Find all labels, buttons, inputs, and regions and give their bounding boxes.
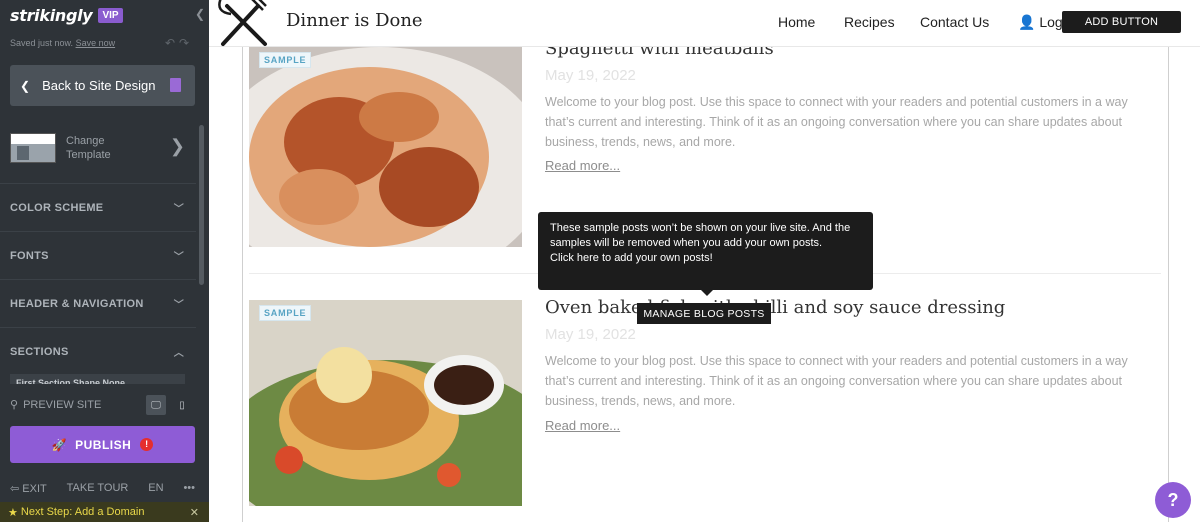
site-preview: Dinner is Done Home Recipes Contact Us 👤… (209, 0, 1200, 522)
publish-button[interactable]: 🚀 PUBLISH ! (10, 426, 195, 463)
site-title[interactable]: Dinner is Done (286, 10, 423, 31)
help-button[interactable]: ? (1155, 482, 1191, 518)
section-label: SECTIONS (10, 345, 69, 358)
post-date: May 19, 2022 (545, 67, 636, 84)
add-button[interactable]: ADD BUTTON (1062, 11, 1181, 33)
read-more-link[interactable]: Read more... (545, 418, 620, 433)
nav-recipes[interactable]: Recipes (844, 14, 895, 30)
section-label: FONTS (10, 249, 49, 262)
rocket-icon: 🚀 (51, 437, 68, 452)
chevron-down-icon: ﹀ (173, 204, 184, 215)
section-label: COLOR SCHEME (10, 201, 104, 214)
mobile-view-icon[interactable]: ▯ (172, 395, 192, 415)
alert-icon: ! (140, 438, 154, 451)
language-selector[interactable]: EN (148, 482, 163, 495)
take-tour-link[interactable]: TAKE TOUR (67, 482, 129, 495)
section-fonts[interactable]: FONTS ﹀ (0, 231, 196, 279)
sidebar-bottom-panel: ⚲ PREVIEW SITE 🖵 ▯ 🚀 PUBLISH ! ⇦ EXIT TA… (0, 387, 209, 522)
undo-redo-icons[interactable]: ↶↷ (165, 36, 193, 50)
read-more-link[interactable]: Read more... (545, 158, 620, 173)
post-image[interactable]: SAMPLE (249, 300, 522, 506)
brand-row: strikingly VIP (10, 4, 123, 26)
search-icon: ⚲ (10, 399, 19, 411)
section-shape-row[interactable]: First Section Shape None (10, 374, 185, 384)
preview-site-link[interactable]: ⚲ PREVIEW SITE (10, 398, 102, 412)
change-template-row[interactable]: Change Template ❯ (10, 128, 185, 168)
desktop-view-icon[interactable]: 🖵 (146, 395, 166, 415)
next-step-banner[interactable]: ★ Next Step: Add a Domain ✕ (0, 502, 209, 522)
more-options-icon[interactable]: ••• (183, 482, 195, 495)
fork-knife-logo-icon (218, 0, 267, 46)
user-icon: 👤 (1018, 14, 1036, 30)
section-sections[interactable]: SECTIONS ︿ (0, 327, 196, 375)
editor-sidebar: strikingly VIP ❮ Saved just now. Save no… (0, 0, 209, 522)
blog-post: SAMPLE Oven baked fish with chilli and s… (249, 297, 1161, 506)
nav-contact-us[interactable]: Contact Us (920, 14, 989, 30)
publish-label: PUBLISH (75, 437, 132, 452)
chevron-down-icon: ﹀ (173, 300, 184, 311)
section-label: HEADER & NAVIGATION (10, 297, 144, 310)
exit-label: EXIT (22, 483, 47, 495)
manage-blog-posts-button[interactable]: MANAGE BLOG POSTS (637, 303, 771, 324)
site-header: Dinner is Done Home Recipes Contact Us 👤… (209, 0, 1200, 47)
saved-status-text: Saved just now. (10, 38, 74, 48)
back-to-site-design-button[interactable]: ❮ Back to Site Design (10, 65, 195, 106)
chevron-left-icon: ❮ (20, 78, 31, 93)
sample-posts-tooltip[interactable]: These sample posts won’t be shown on you… (538, 212, 873, 296)
post-excerpt: Welcome to your blog post. Use this spac… (545, 354, 1128, 408)
section-header-navigation[interactable]: HEADER & NAVIGATION ﹀ (0, 279, 196, 327)
preview-label: PREVIEW SITE (23, 398, 102, 411)
sample-badge: SAMPLE (259, 52, 312, 68)
nav-home[interactable]: Home (778, 14, 815, 30)
sidebar-scrollbar[interactable] (199, 125, 204, 285)
sample-badge: SAMPLE (259, 305, 312, 321)
close-icon[interactable]: ✕ (190, 506, 199, 519)
tooltip-text: These sample posts won’t be shown on you… (550, 222, 851, 249)
chevron-down-icon: ﹀ (173, 252, 184, 263)
tooltip-cta: Click here to add your own posts! (550, 252, 713, 264)
save-status: Saved just now. Save now (10, 38, 115, 48)
exit-link[interactable]: ⇦ EXIT (10, 482, 47, 495)
post-image[interactable]: SAMPLE (249, 47, 522, 247)
vip-badge: VIP (98, 7, 123, 23)
chevron-right-icon: ❯ (169, 136, 185, 156)
post-title[interactable]: Oven baked fish with chilli and soy sauc… (545, 297, 1005, 318)
collapse-sidebar-icon[interactable]: ❮ (195, 7, 205, 21)
chevron-up-icon: ︿ (173, 348, 184, 359)
page-icon (170, 78, 181, 92)
section-color-scheme[interactable]: COLOR SCHEME ﹀ (0, 183, 196, 231)
post-date: May 19, 2022 (545, 326, 636, 343)
brand-logo: strikingly (10, 5, 93, 25)
post-excerpt: Welcome to your blog post. Use this spac… (545, 95, 1128, 149)
next-step-label: Next Step: Add a Domain (20, 506, 145, 518)
sidebar-footer: ⇦ EXIT TAKE TOUR EN ••• (10, 482, 195, 495)
template-thumbnail (10, 133, 56, 163)
star-icon: ★ (8, 506, 21, 519)
change-template-label: Change Template (66, 135, 111, 161)
back-button-label: Back to Site Design (42, 78, 156, 93)
save-now-link[interactable]: Save now (76, 38, 116, 48)
